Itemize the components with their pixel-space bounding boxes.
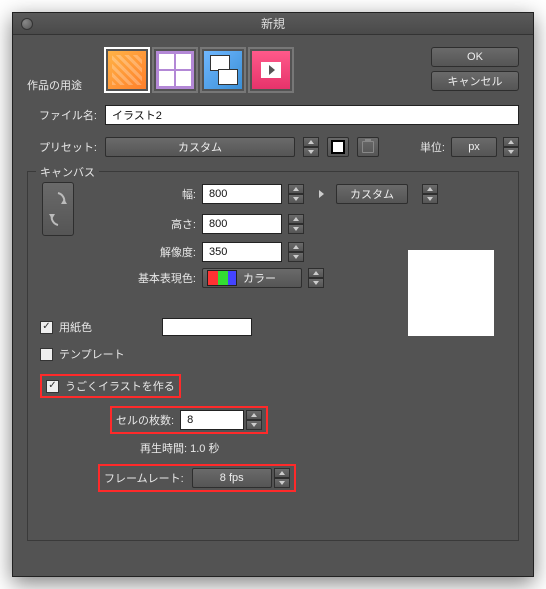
canvas-preview [408, 250, 494, 336]
width-spinner[interactable] [288, 184, 304, 204]
framerate-spinner[interactable] [274, 468, 290, 488]
animate-highlight: うごくイラストを作る [40, 374, 181, 398]
frames-spinner[interactable] [246, 410, 262, 430]
paper-color-label: 用紙色 [59, 319, 92, 335]
color-mode-spinner[interactable] [308, 268, 324, 288]
height-spinner[interactable] [288, 214, 304, 234]
height-input[interactable] [202, 214, 282, 234]
preset-select[interactable]: カスタム [105, 137, 295, 157]
filename-input[interactable] [105, 105, 519, 125]
size-preset-spinner[interactable] [422, 184, 438, 204]
ok-button[interactable]: OK [431, 47, 519, 67]
template-checkbox[interactable] [40, 348, 53, 361]
preset-value: カスタム [178, 139, 222, 155]
framerate-label: フレームレート: [104, 470, 184, 486]
frames-label: セルの枚数: [116, 412, 174, 428]
resolution-spinner[interactable] [288, 242, 304, 262]
animate-label: うごくイラストを作る [65, 378, 175, 394]
resolution-label: 解像度: [86, 244, 196, 260]
height-label: 高さ: [86, 216, 196, 232]
canvas-fieldset: キャンバス 幅: カスタム 高さ: 解像度: 基本表現色: [27, 171, 519, 541]
canvas-legend: キャンバス [36, 164, 99, 180]
width-label: 幅: [86, 186, 196, 202]
frames-highlight: セルの枚数: [110, 406, 268, 434]
dialog-title: 新規 [13, 15, 533, 32]
paper-color-checkbox[interactable] [40, 321, 53, 334]
template-label: テンプレート [59, 346, 125, 362]
resolution-input[interactable] [202, 242, 282, 262]
arrow-right-icon [312, 190, 330, 198]
purpose-label: 作品の用途 [27, 47, 82, 93]
purpose-thumbnails [104, 47, 294, 93]
preset-delete-icon[interactable] [357, 137, 379, 157]
purpose-animation[interactable] [248, 47, 294, 93]
framerate-highlight: フレームレート: 8 fps [98, 464, 296, 492]
color-mode-label: 基本表現色: [86, 270, 196, 286]
purpose-comic[interactable] [152, 47, 198, 93]
filename-label: ファイル名: [27, 107, 97, 123]
purpose-print[interactable] [200, 47, 246, 93]
width-input[interactable] [202, 184, 282, 204]
color-swatch-icon [207, 270, 237, 286]
preset-spinner[interactable] [303, 137, 319, 157]
unit-select[interactable]: px [451, 137, 497, 157]
color-mode-select[interactable]: カラー [202, 268, 302, 288]
cancel-button[interactable]: キャンセル [431, 71, 519, 91]
framerate-value: 8 fps [220, 472, 244, 484]
paper-color-swatch[interactable] [162, 318, 252, 336]
preset-label: プリセット: [27, 139, 97, 155]
animate-checkbox[interactable] [46, 380, 59, 393]
unit-value: px [468, 141, 480, 153]
color-mode-value: カラー [243, 270, 276, 286]
frames-input[interactable] [180, 410, 244, 430]
close-icon[interactable] [21, 18, 33, 30]
orientation-toggle[interactable] [42, 182, 74, 236]
purpose-illustration[interactable] [104, 47, 150, 93]
size-preset-select[interactable]: カスタム [336, 184, 408, 204]
unit-label: 単位: [420, 139, 445, 155]
playtime-label: 再生時間: 1.0 秒 [140, 440, 219, 456]
preset-save-icon[interactable] [327, 137, 349, 157]
unit-spinner[interactable] [503, 137, 519, 157]
new-document-dialog: 新規 作品の用途 OK キャンセル ファイル名: プリセット: カスタム [12, 12, 534, 577]
framerate-select[interactable]: 8 fps [192, 468, 272, 488]
titlebar: 新規 [13, 13, 533, 35]
